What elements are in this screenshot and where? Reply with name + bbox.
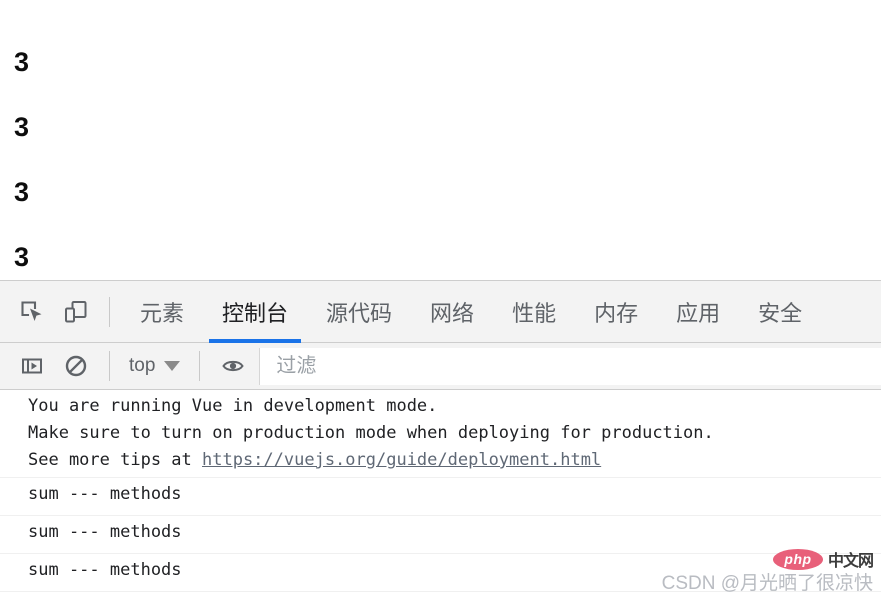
live-expression-eye-icon[interactable] <box>211 344 255 388</box>
console-message-list: You are running Vue in development mode.… <box>0 390 881 601</box>
console-filter-box[interactable] <box>259 347 881 385</box>
message-gutter <box>0 481 28 512</box>
inspect-element-icon[interactable] <box>10 290 54 334</box>
message-text: sum --- methods <box>28 560 182 580</box>
screenshot-root: 3 3 3 3 元素 控制台 源代码 网络 性能 内存 应用 安全 top 过滤… <box>0 0 881 601</box>
clear-console-icon[interactable] <box>54 344 98 388</box>
vue-line-2: Make sure to turn on production mode whe… <box>28 423 714 443</box>
page-output-line: 3 <box>14 112 30 142</box>
devtools-tabbar: 元素 控制台 源代码 网络 性能 内存 应用 安全 <box>0 281 881 343</box>
tab-sources[interactable]: 源代码 <box>307 281 411 343</box>
page-viewport: 3 3 3 3 <box>0 0 881 280</box>
message-gutter <box>0 393 28 474</box>
vue-deployment-link[interactable]: https://vuejs.org/guide/deployment.html <box>202 450 601 470</box>
tab-console[interactable]: 控制台 <box>203 281 307 343</box>
tab-elements[interactable]: 元素 <box>121 281 203 343</box>
toolbar-divider <box>109 296 110 327</box>
console-context-label: top <box>129 355 156 376</box>
page-output-line: 3 <box>14 177 30 207</box>
message-gutter <box>0 519 28 550</box>
console-toolbar-divider-1 <box>109 351 110 381</box>
console-message-log[interactable]: sum --- methods <box>0 554 881 592</box>
console-message-log[interactable]: sum --- methods <box>0 516 881 554</box>
devtools-tab-list: 元素 控制台 源代码 网络 性能 内存 应用 安全 <box>121 281 881 343</box>
tab-memory[interactable]: 内存 <box>575 281 657 343</box>
device-toolbar-icon[interactable] <box>54 290 98 334</box>
tab-network[interactable]: 网络 <box>411 281 493 343</box>
page-output-line: 3 <box>14 242 30 272</box>
console-context-select[interactable]: top <box>121 350 188 382</box>
console-toolbar: top <box>0 343 881 390</box>
vue-line-1: You are running Vue in development mode. <box>28 396 438 416</box>
message-text: You are running Vue in development mode.… <box>28 393 881 474</box>
console-filter-input[interactable] <box>274 353 881 379</box>
tab-performance[interactable]: 性能 <box>493 281 575 343</box>
console-toolbar-divider-2 <box>199 351 201 381</box>
tab-application[interactable]: 应用 <box>657 281 739 343</box>
message-text: sum --- methods <box>28 484 182 504</box>
console-message-vue-warning[interactable]: You are running Vue in development mode.… <box>0 390 881 478</box>
tab-security[interactable]: 安全 <box>739 281 821 343</box>
chevron-down-icon <box>164 361 181 371</box>
message-text: sum --- methods <box>28 522 182 542</box>
console-sidebar-icon[interactable] <box>10 344 54 388</box>
page-output-line: 3 <box>14 47 30 77</box>
console-message-log[interactable]: sum --- methods <box>0 478 881 516</box>
vue-line-3: See more tips at <box>28 450 202 470</box>
page-output-list: 3 3 3 3 <box>0 0 881 280</box>
devtools-panel: 元素 控制台 源代码 网络 性能 内存 应用 安全 top 过滤 You are… <box>0 280 881 601</box>
message-gutter <box>0 557 28 588</box>
